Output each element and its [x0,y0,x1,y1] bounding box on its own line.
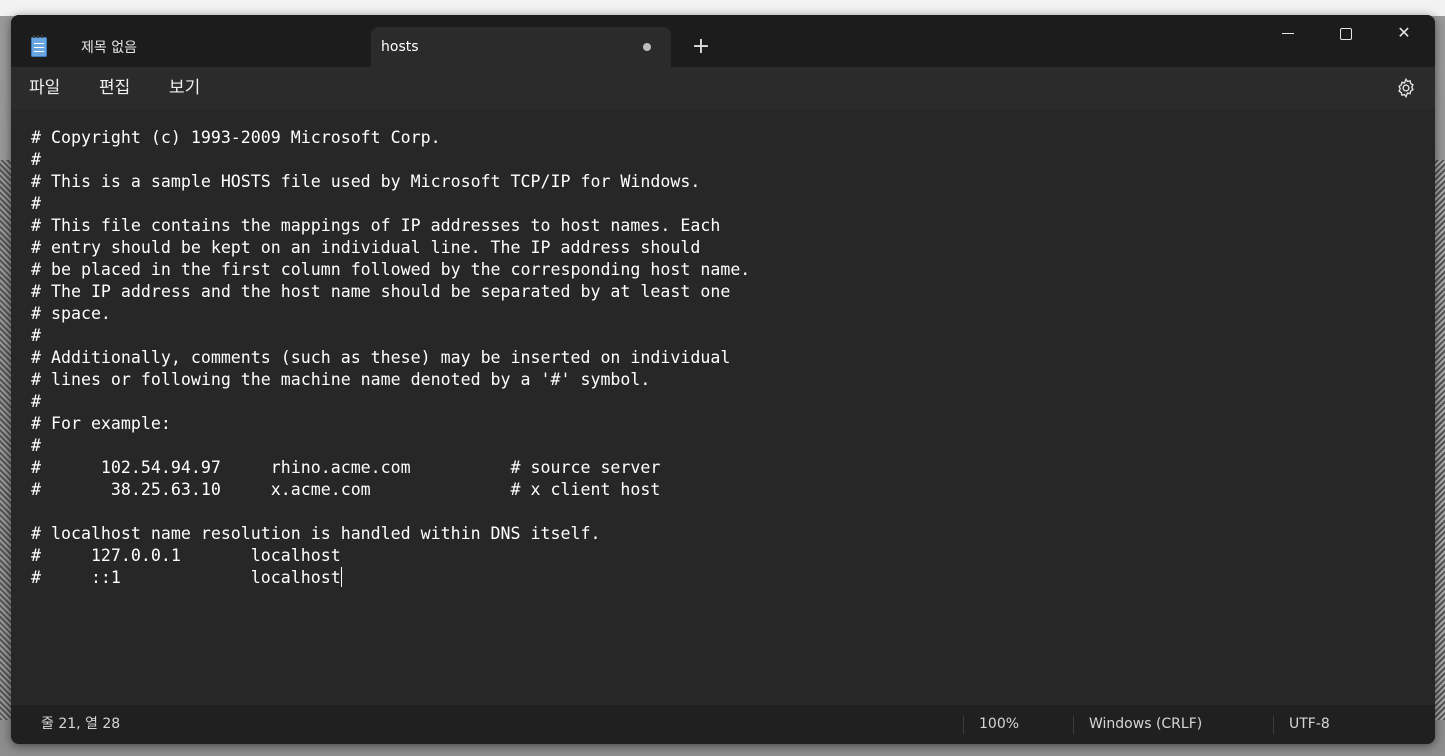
status-divider [1273,716,1274,734]
maximize-button[interactable] [1317,15,1375,51]
text-caret [340,567,342,587]
unsaved-dot-icon[interactable] [643,43,651,51]
status-bar: 줄 21, 열 28 100% Windows (CRLF) UTF-8 [11,705,1435,744]
status-divider [963,716,964,734]
editor-text: # Copyright (c) 1993-2009 Microsoft Corp… [31,127,750,589]
zoom-level[interactable]: 100% [979,705,1019,744]
title-bar[interactable]: 제목 없음 hosts + ✕ [11,15,1435,67]
close-button[interactable]: ✕ [1375,15,1433,51]
menu-file[interactable]: 파일 [29,75,60,101]
menu-bar: 파일 편집 보기 [11,67,1435,109]
menu-view[interactable]: 보기 [169,75,200,101]
desktop-wallpaper-right [1435,160,1445,720]
status-divider [1073,716,1074,734]
minimize-button[interactable] [1259,15,1317,51]
encoding[interactable]: UTF-8 [1289,705,1330,744]
close-icon: ✕ [1397,23,1411,42]
tab-hosts[interactable]: hosts [371,27,671,67]
menu-edit[interactable]: 편집 [99,75,130,101]
new-tab-button[interactable]: + [689,35,713,59]
minimize-icon [1282,33,1294,34]
tab-untitled[interactable]: 제목 없음 [11,27,366,67]
editor-content[interactable]: # Copyright (c) 1993-2009 Microsoft Corp… [31,128,750,587]
cursor-position: 줄 21, 열 28 [41,716,121,732]
gear-icon[interactable] [1395,77,1417,99]
tab-label: hosts [381,39,419,55]
notepad-app-icon [31,35,47,57]
text-editor[interactable]: # Copyright (c) 1993-2009 Microsoft Corp… [11,109,1435,705]
line-ending[interactable]: Windows (CRLF) [1089,705,1202,744]
maximize-icon [1340,27,1352,40]
tab-label: 제목 없음 [81,40,137,56]
notepad-window: 제목 없음 hosts + ✕ 파일 편집 보기 # Copyright (c)… [11,15,1435,744]
